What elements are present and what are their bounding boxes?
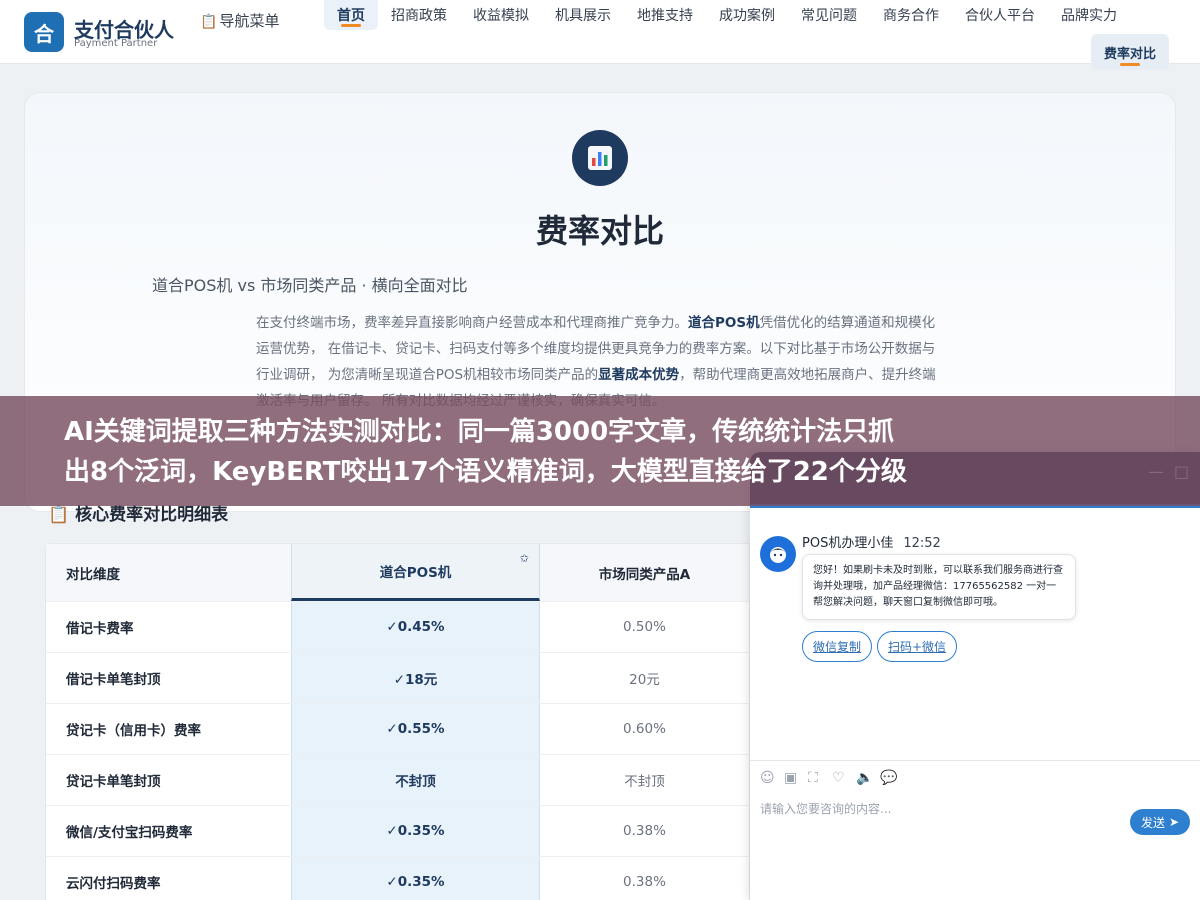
column-header-daohe-label: 道合POS机 xyxy=(379,565,452,581)
row-daohe-value: ✓0.45% xyxy=(291,602,540,652)
emoji-icon[interactable]: ☺ xyxy=(760,770,775,786)
image-icon[interactable]: ▣ xyxy=(784,770,797,786)
row-market-value: 0.50% xyxy=(623,619,666,635)
table-row: 贷记卡单笔封顶 不封顶 不封顶 xyxy=(46,755,749,806)
nav-item-field-support[interactable]: 地推支持 xyxy=(624,0,706,30)
intro-bold-advantage: 显著成本优势 xyxy=(598,367,680,383)
nav-item-rate-compare[interactable]: 费率对比 xyxy=(1091,34,1170,70)
brand-logo[interactable]: 合 xyxy=(24,12,64,52)
send-arrow-icon: ➤ xyxy=(1168,815,1180,829)
row-dimension: 贷记卡单笔封顶 xyxy=(66,774,161,790)
table-row: 借记卡费率 ✓0.45% 0.50% xyxy=(46,602,749,653)
brand-subtitle: Payment Partner xyxy=(74,38,158,49)
scan-wechat-button[interactable]: 扫码+微信 xyxy=(877,631,958,662)
chat-widget: — □ xyxy=(750,452,1200,900)
row-dimension: 借记卡单笔封顶 xyxy=(66,672,161,688)
star-icon: ✩ xyxy=(519,552,529,565)
row-daohe-value: ✓0.35% xyxy=(291,806,540,856)
nav-item-earnings[interactable]: 收益模拟 xyxy=(460,0,542,30)
row-dimension: 贷记卡（信用卡）费率 xyxy=(66,723,201,739)
agent-name: POS机办理小佳 12:52 xyxy=(802,532,941,551)
chat-divider xyxy=(750,760,1200,761)
table-heading-text: 核心费率对比明细表 xyxy=(75,505,229,525)
banner-title-line-2: 出8个泛词，KeyBERT咬出17个语义精准词，大模型直接给了22个分级 xyxy=(64,457,907,487)
row-market-value: 不封顶 xyxy=(624,774,665,790)
row-market-value: 20元 xyxy=(629,672,660,688)
main-nav: 首页 招商政策 收益模拟 机具展示 地推支持 成功案例 常见问题 商务合作 合伙… xyxy=(324,0,1130,30)
nav-item-faq[interactable]: 常见问题 xyxy=(788,0,870,30)
column-header-daohe: 道合POS机 ✩ xyxy=(291,544,540,601)
nav-item-business[interactable]: 商务合作 xyxy=(870,0,952,30)
row-dimension: 借记卡费率 xyxy=(66,621,134,637)
bar-chart-icon xyxy=(572,130,628,186)
table-row: 云闪付扫码费率 ✓0.35% 0.38% xyxy=(46,857,749,900)
nav-item-brand[interactable]: 品牌实力 xyxy=(1048,0,1130,30)
rate-comparison-table: 对比维度 道合POS机 ✩ 市场同类产品A 借记卡费率 ✓0.45% 0.50% … xyxy=(45,543,750,900)
send-button[interactable]: 发送 ➤ xyxy=(1130,809,1190,835)
nav-menu-label: 导航菜单 xyxy=(219,12,280,30)
nav-menu-button[interactable]: 📋 导航菜单 xyxy=(200,8,280,35)
send-label: 发送 xyxy=(1140,815,1165,830)
chat-input[interactable]: 请输入您要咨询的内容... xyxy=(760,800,891,817)
agent-name-text: POS机办理小佳 xyxy=(802,536,894,551)
row-daohe-value: ✓18元 xyxy=(291,653,540,703)
banner-title-line-1: AI关键词提取三种方法实测对比：同一篇3000字文章，传统统计法只抓 xyxy=(64,417,895,447)
row-market-value: 0.60% xyxy=(623,721,666,737)
intro-text-1: 在支付终端市场，费率差异直接影响商户经营成本和代理商推广竞争力。 xyxy=(256,315,688,331)
row-daohe-value: 不封顶 xyxy=(291,755,540,805)
table-header-row: 对比维度 道合POS机 ✩ 市场同类产品A xyxy=(46,544,749,602)
nav-item-policy[interactable]: 招商政策 xyxy=(378,0,460,30)
row-market-value: 0.38% xyxy=(623,823,666,839)
nav-item-cases[interactable]: 成功案例 xyxy=(706,0,788,30)
page-subtitle: 道合POS机 vs 市场同类产品 · 横向全面对比 xyxy=(152,276,468,295)
clipboard-icon: 📋 xyxy=(200,14,218,30)
chat-bubbles-icon[interactable]: 💬 xyxy=(880,770,897,786)
screenshot-icon[interactable]: ⛶ xyxy=(808,770,818,786)
table-row: 借记卡单笔封顶 ✓18元 20元 xyxy=(46,653,749,704)
row-market-value: 0.38% xyxy=(623,874,666,890)
intro-bold-brand: 道合POS机 xyxy=(688,315,760,331)
column-header-dimension: 对比维度 xyxy=(66,566,120,583)
table-row: 微信/支付宝扫码费率 ✓0.35% 0.38% xyxy=(46,806,749,857)
table-row: 贷记卡（信用卡）费率 ✓0.55% 0.60% xyxy=(46,704,749,755)
copy-wechat-button[interactable]: 微信复制 xyxy=(802,631,873,662)
article-banner[interactable]: AI关键词提取三种方法实测对比：同一篇3000字文章，传统统计法只抓 出8个泛词… xyxy=(0,396,1200,506)
rating-icon[interactable]: ♡ xyxy=(832,770,845,786)
nav-item-home[interactable]: 首页 xyxy=(324,0,378,30)
nav-item-partner-platform[interactable]: 合伙人平台 xyxy=(952,0,1048,30)
chat-message-bubble: 您好！如果刷卡未及时到账，可以联系我们服务商进行查询并处理哦，加产品经理微信：1… xyxy=(802,554,1076,620)
page-title: 费率对比 xyxy=(535,212,664,250)
row-dimension: 微信/支付宝扫码费率 xyxy=(66,825,193,841)
clipboard-icon: 📋 xyxy=(48,505,70,525)
row-daohe-value: ✓0.35% xyxy=(291,857,540,900)
row-dimension: 云闪付扫码费率 xyxy=(66,876,161,892)
message-time: 12:52 xyxy=(903,536,941,551)
agent-avatar xyxy=(760,536,796,572)
sound-icon[interactable]: 🔈 xyxy=(856,770,873,786)
row-daohe-value: ✓0.55% xyxy=(291,704,540,754)
nav-item-devices[interactable]: 机具展示 xyxy=(542,0,624,30)
column-header-market-a: 市场同类产品A xyxy=(598,566,691,583)
